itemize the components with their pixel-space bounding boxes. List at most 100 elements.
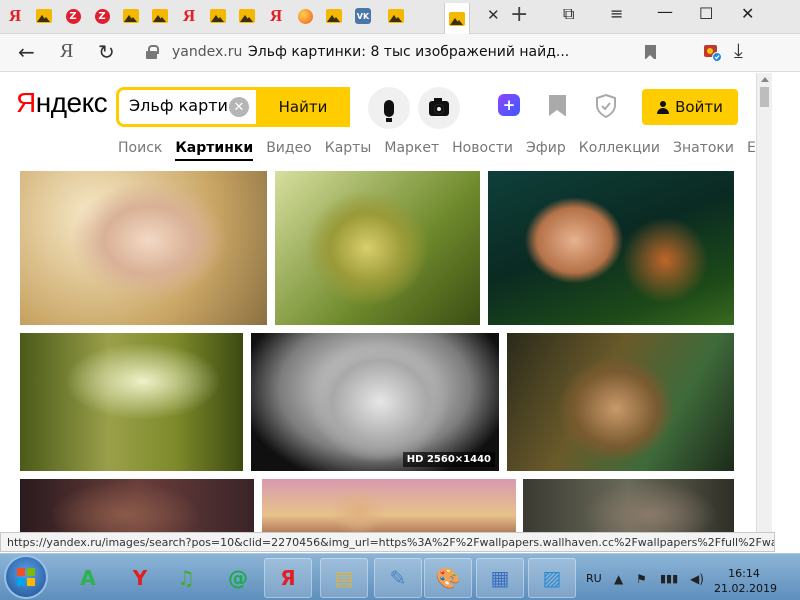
menu-icon[interactable]: ≡: [610, 4, 623, 23]
scroll-up-icon[interactable]: [761, 77, 769, 82]
service-tab[interactable]: Маркет: [384, 140, 439, 156]
explorer-icon: ▤: [334, 566, 354, 590]
bookmark-icon[interactable]: [645, 45, 656, 60]
efir-icon[interactable]: +: [498, 94, 520, 116]
camera-icon: [429, 97, 449, 116]
service-tab[interactable]: Эфир: [526, 140, 566, 156]
result-image[interactable]: [20, 333, 243, 471]
service-tab[interactable]: Новости: [452, 140, 513, 156]
service-tab[interactable]: Карты: [325, 140, 372, 156]
extension-icon[interactable]: [702, 42, 722, 62]
new-tab-button[interactable]: +: [510, 2, 528, 27]
zen-favicon-icon: Z: [65, 8, 81, 24]
shield-icon[interactable]: [595, 94, 617, 118]
result-image[interactable]: [20, 479, 254, 535]
maximize-button[interactable]: ☐: [699, 4, 713, 23]
taskbar-app[interactable]: ▤: [320, 558, 368, 598]
browser-tab[interactable]: Z: [62, 5, 84, 27]
notepad-icon: ✎: [389, 566, 407, 590]
taskbar-app[interactable]: ✎: [374, 558, 422, 598]
url-field[interactable]: yandex.ru Эльф картинки: 8 тыс изображен…: [140, 41, 670, 65]
back-button[interactable]: ←: [18, 40, 35, 64]
language-indicator[interactable]: RU: [586, 572, 602, 585]
restore-tabs-icon[interactable]: ⧉: [563, 4, 574, 24]
browser-tab[interactable]: [294, 5, 316, 27]
taskbar-app[interactable]: Y: [116, 558, 164, 598]
login-button[interactable]: Войти: [642, 89, 738, 125]
minimize-button[interactable]: —: [657, 2, 673, 21]
result-image[interactable]: [20, 171, 267, 325]
close-window-button[interactable]: ✕: [741, 4, 754, 23]
service-tab[interactable]: Поиск: [118, 140, 162, 156]
browser-tab[interactable]: Я: [4, 5, 26, 27]
taskbar-app[interactable]: Я: [264, 558, 312, 598]
hd-badge: HD 2560×1440: [402, 452, 495, 467]
taskbar-app[interactable]: 🎨: [424, 558, 472, 598]
lock-icon[interactable]: [146, 45, 159, 59]
taskbar-app[interactable]: ▨: [528, 558, 576, 598]
status-bar: https://yandex.ru/images/search?pos=10&c…: [0, 532, 775, 552]
browser-tab[interactable]: [149, 5, 171, 27]
images-favicon-icon: [388, 9, 404, 23]
browser-tab[interactable]: [120, 5, 142, 27]
images-favicon-icon: [326, 9, 342, 23]
service-tab[interactable]: Ещё: [747, 140, 756, 156]
network-icon[interactable]: ▮▮▮: [660, 572, 678, 585]
browser-tab[interactable]: [385, 5, 407, 27]
yandex-logo[interactable]: Яндекс: [16, 87, 108, 119]
browser-tab[interactable]: [444, 3, 470, 34]
close-tab-icon[interactable]: ✕: [487, 6, 500, 24]
browser-tab[interactable]: [323, 5, 345, 27]
volume-icon[interactable]: ◀): [690, 572, 704, 586]
url-domain: yandex.ru: [172, 44, 243, 60]
browser-tab[interactable]: [236, 5, 258, 27]
taskbar-app[interactable]: ♫: [162, 558, 210, 598]
search-input[interactable]: [129, 96, 229, 115]
flag-icon[interactable]: ⚑: [636, 572, 647, 586]
browser-tab[interactable]: [33, 5, 55, 27]
collections-icon[interactable]: [549, 95, 566, 116]
taskbar-app[interactable]: A: [64, 558, 112, 598]
zen-favicon-icon: Z: [94, 8, 110, 24]
reload-button[interactable]: ↻: [98, 40, 115, 64]
login-label: Войти: [675, 98, 723, 116]
browser-tab[interactable]: Я: [178, 5, 200, 27]
page-scrollbar[interactable]: [756, 73, 772, 535]
service-tab[interactable]: Картинки: [175, 140, 254, 161]
yandex-images-page: Яндекс ✕ Найти + Войти Поиск Картинки Виде…: [0, 73, 756, 535]
result-image[interactable]: [262, 479, 516, 535]
show-hidden-icons-icon[interactable]: ▲: [614, 572, 623, 586]
scroll-thumb[interactable]: [760, 87, 769, 107]
browser-tab[interactable]: VK: [352, 5, 374, 27]
result-image[interactable]: [507, 333, 734, 471]
browser-tab[interactable]: Z: [91, 5, 113, 27]
vk-favicon-icon: VK: [355, 8, 371, 24]
yandex-browser-icon: Y: [132, 566, 148, 590]
clock[interactable]: 16:14 21.02.2019: [714, 566, 777, 596]
image-search-button[interactable]: [418, 87, 460, 129]
result-image[interactable]: [523, 479, 734, 535]
images-favicon-icon: [210, 9, 226, 23]
service-tab[interactable]: Знатоки: [673, 140, 734, 156]
search-button[interactable]: Найти: [256, 87, 350, 127]
clock-date: 21.02.2019: [714, 582, 777, 595]
voice-search-button[interactable]: [368, 87, 410, 129]
result-image[interactable]: [488, 171, 734, 325]
clock-time: 16:14: [728, 567, 760, 580]
images-favicon-icon: [239, 9, 255, 23]
orange-favicon-icon: [297, 8, 313, 24]
result-image[interactable]: [275, 171, 480, 325]
download-icon[interactable]: ⤓: [734, 38, 743, 62]
browser-tab[interactable]: [207, 5, 229, 27]
start-button[interactable]: [6, 557, 46, 597]
taskbar-app[interactable]: ▦: [476, 558, 524, 598]
result-image[interactable]: HD 2560×1440: [251, 333, 499, 471]
service-tab[interactable]: Коллекции: [579, 140, 660, 156]
service-tab[interactable]: Видео: [266, 140, 312, 156]
home-button[interactable]: Я: [60, 40, 73, 63]
clear-search-icon[interactable]: ✕: [229, 97, 249, 117]
browser-tab[interactable]: Я: [265, 5, 287, 27]
taskbar-app[interactable]: @: [214, 558, 262, 598]
images-favicon-icon: [123, 9, 139, 23]
photo-viewer-icon: ▨: [542, 566, 562, 590]
